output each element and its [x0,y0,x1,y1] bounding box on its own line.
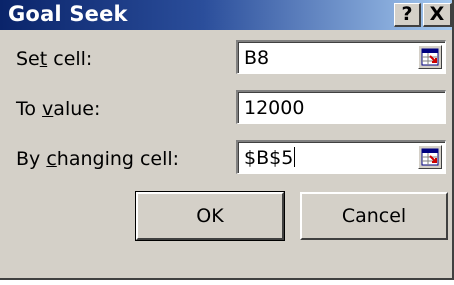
set-cell-ref-button[interactable] [418,45,442,69]
changing-cell-accelerator: c [46,148,57,170]
set-cell-value: B8 [244,47,270,69]
close-icon: X [429,3,445,25]
collapse-dialog-icon [421,148,439,166]
changing-cell-ref-button[interactable] [418,145,442,169]
changing-cell-input[interactable]: $B$5 [236,140,446,174]
help-icon: ? [401,3,413,25]
changing-cell-value-wrap: $B$5 [244,147,296,169]
set-cell-input[interactable]: B8 [236,40,446,74]
goal-seek-dialog: Goal Seek ? X Set cell: B8 To value: 120… [0,0,454,280]
help-button[interactable]: ? [394,3,421,27]
title-bar[interactable]: Goal Seek ? X [0,0,452,30]
ok-button[interactable]: OK [135,191,285,241]
to-value-accelerator: v [42,98,54,120]
set-cell-label: Set cell: [16,48,93,70]
to-value-label: To value: [16,98,101,120]
dialog-title: Goal Seek [8,2,128,26]
to-value-value: 12000 [244,97,305,119]
changing-cell-value: $B$5 [244,147,294,169]
cancel-button[interactable]: Cancel [300,192,448,240]
text-caret [294,147,296,167]
to-value-input[interactable]: 12000 [236,90,446,124]
changing-cell-label: By changing cell: [16,148,180,170]
close-button[interactable]: X [423,3,452,27]
collapse-dialog-icon [421,48,439,66]
